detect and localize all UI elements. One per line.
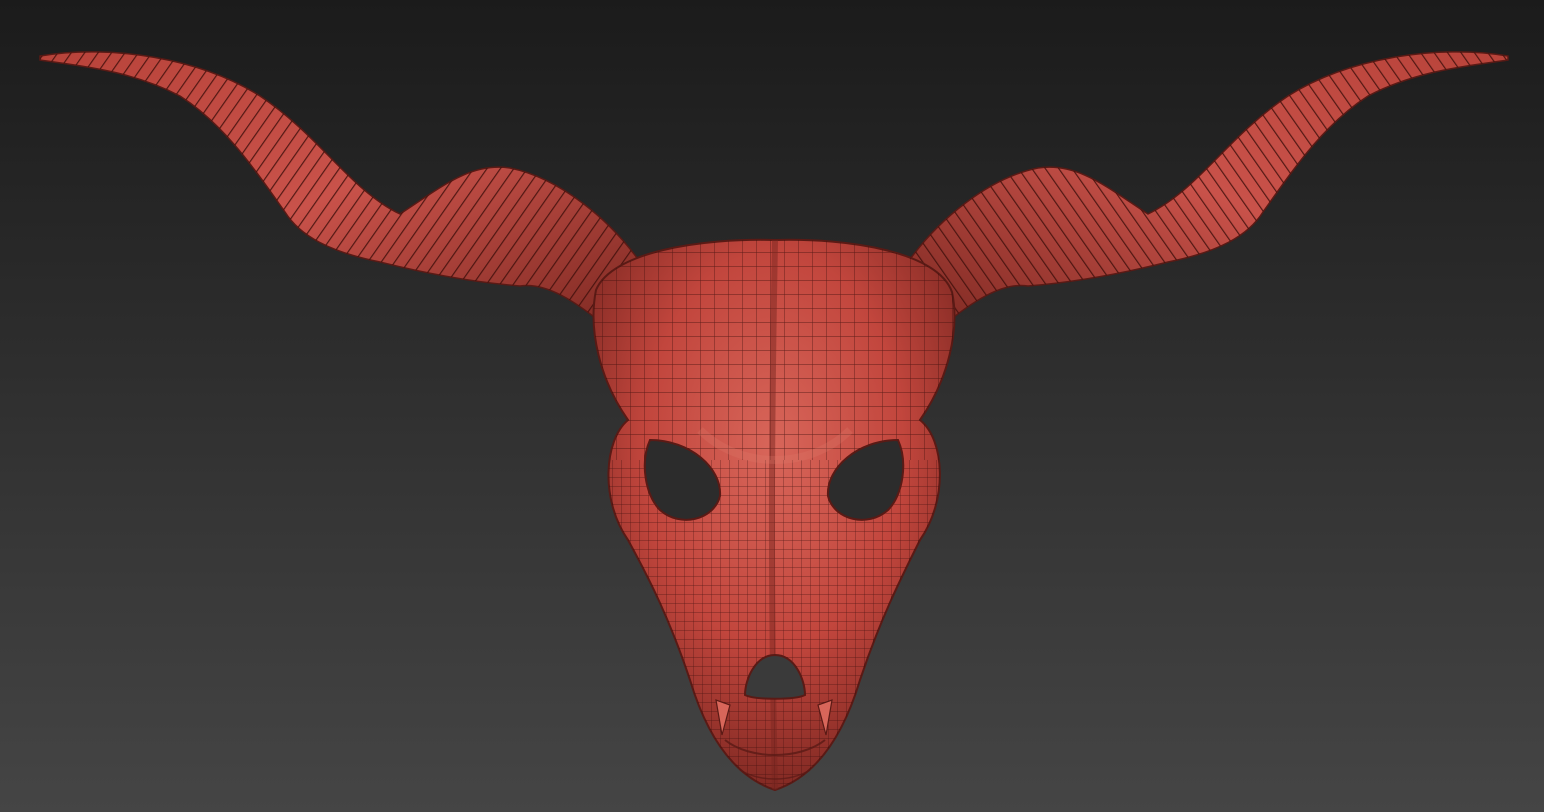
3d-viewport[interactable]: [0, 0, 1544, 812]
viewport-canvas[interactable]: [0, 0, 1544, 812]
